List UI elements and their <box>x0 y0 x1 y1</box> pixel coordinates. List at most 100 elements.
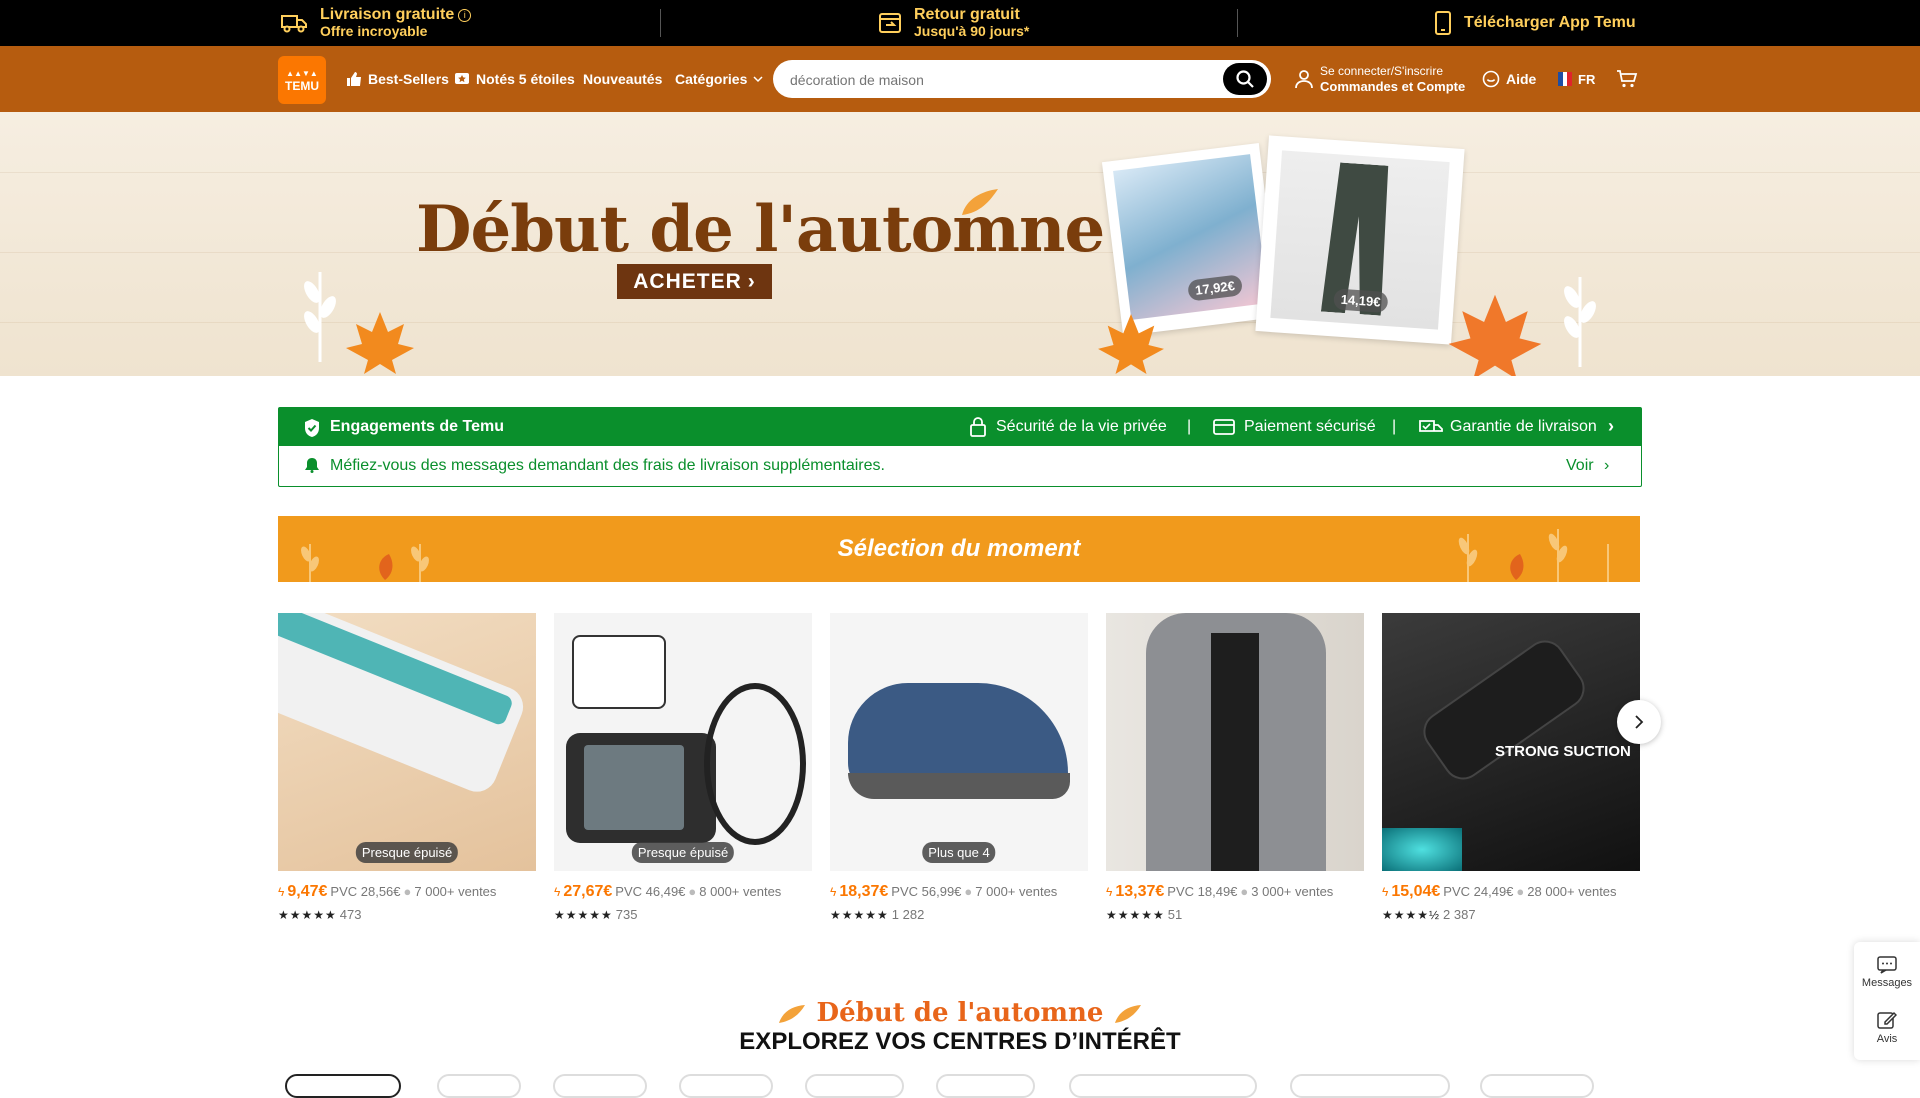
reviews-button[interactable]: Avis <box>1854 1010 1920 1045</box>
interest-pill[interactable] <box>805 1074 904 1098</box>
interest-pill[interactable] <box>1290 1074 1450 1098</box>
nav-categories[interactable]: Catégories <box>675 46 763 112</box>
interest-pill[interactable] <box>1069 1074 1257 1098</box>
commitments-header: Engagements de Temu Sécurité de la vie p… <box>279 408 1641 446</box>
return-title: Retour gratuit <box>914 6 1020 23</box>
product-sales: 7 000+ ventes <box>414 884 497 899</box>
leaf-icon <box>779 1005 806 1023</box>
info-dot-icon: ● <box>403 884 412 899</box>
free-return-promo[interactable]: Retour gratuit Jusqu'à 90 jours* <box>878 4 1029 42</box>
chevron-right-icon: › <box>747 269 756 293</box>
price-row: ϟ 18,37€ PVC 56,99€ ● 7 000+ ventes <box>830 883 1088 901</box>
reviews-label: Avis <box>1876 1033 1898 1045</box>
shoe-sole <box>848 773 1070 799</box>
nav-five-stars[interactable]: Notés 5 étoiles <box>454 46 575 112</box>
language-selector[interactable]: FR <box>1558 46 1595 112</box>
review-count: 2 387 <box>1443 907 1476 922</box>
interest-pill[interactable] <box>437 1074 521 1098</box>
search-input[interactable] <box>788 60 1212 100</box>
product-sales: 28 000+ ventes <box>1527 884 1617 899</box>
star-rating-icon: ★★★★★ <box>830 907 889 922</box>
search-button[interactable] <box>1223 63 1267 95</box>
france-flag-icon <box>1558 72 1572 86</box>
star-rating-icon: ★★★★★ <box>1106 907 1165 922</box>
product-rrp: PVC 46,49€ <box>615 884 686 899</box>
bell-icon <box>305 458 319 473</box>
search-bar <box>773 60 1271 100</box>
review-count: 1 282 <box>891 907 925 922</box>
nav-bestsellers[interactable]: Best-Sellers <box>346 46 449 112</box>
info-icon[interactable]: i <box>458 8 472 22</box>
price-row: ϟ 15,04€ PVC 24,49€ ● 28 000+ ventes <box>1382 883 1640 901</box>
product-image-wrap-vacuum[interactable]: STRONG SUCTION <box>1382 613 1640 871</box>
interest-pill[interactable] <box>285 1074 401 1098</box>
product-image-wrap-cardigan[interactable] <box>1106 613 1364 871</box>
shipping-title: Livraison gratuite <box>320 6 455 23</box>
maple-leaf-icon <box>346 312 414 374</box>
star-badge-icon <box>455 73 469 84</box>
info-dot-icon: ● <box>1516 884 1525 899</box>
carousel-next-button[interactable] <box>1617 700 1661 744</box>
rating-row: ★★★★★ 735 <box>554 907 812 922</box>
account-signin-label: Se connecter/S'inscrire <box>1320 64 1444 78</box>
info-dot-icon: ● <box>964 884 973 899</box>
shop-now-button[interactable]: ACHETER › <box>617 264 772 299</box>
nav-five-stars-label: Notés 5 étoiles <box>476 71 575 87</box>
free-shipping-promo[interactable]: Livraison gratuite Offre incroyable i <box>280 4 472 42</box>
divider <box>660 9 661 37</box>
payment-label: Paiement sécurisé <box>1244 418 1376 435</box>
chevron-down-icon <box>753 76 763 83</box>
account-menu[interactable]: Se connecter/S'inscrire Commandes et Com… <box>1294 46 1465 112</box>
product-image-wrap-dispenser[interactable]: Presque épuisé <box>278 613 536 871</box>
main-header: ▲▲▼▲ TEMU Best-Sellers Notés 5 étoiles N… <box>0 46 1920 112</box>
product-photo-pants[interactable]: 14,19€ <box>1255 135 1465 345</box>
logo-text: TEMU <box>285 79 319 93</box>
wheat-sprig-icon <box>1564 277 1596 367</box>
star-rating-icon: ★★★★★ <box>554 907 613 922</box>
autumn-banner[interactable]: Début de l'automne ACHETER › 17,92€ 14,1… <box>0 112 1920 376</box>
product-card[interactable]: STRONG SUCTION ϟ 15,04€ PVC 24,49€ ● 28 … <box>1382 613 1640 922</box>
nav-bestsellers-label: Best-Sellers <box>368 71 449 87</box>
cardigan-inner-top <box>1211 633 1259 871</box>
interest-pill[interactable] <box>553 1074 647 1098</box>
wood-line <box>0 322 1920 323</box>
leaf-icon <box>962 189 998 215</box>
wheat-sprig-icon <box>304 272 336 362</box>
accessory-inset <box>572 635 666 709</box>
banner-title: Début de l'automne <box>416 192 1105 267</box>
interest-pill[interactable] <box>936 1074 1035 1098</box>
product-rrp: PVC 24,49€ <box>1443 884 1514 899</box>
download-app-promo[interactable]: Télécharger App Temu <box>1434 4 1636 42</box>
chat-icon <box>1877 956 1897 974</box>
maple-leaf-icon <box>1448 294 1542 376</box>
cart-button[interactable] <box>1616 46 1638 112</box>
lightning-icon: ϟ <box>1106 885 1113 899</box>
lightning-icon: ϟ <box>278 885 285 899</box>
product-price: 15,04€ <box>1391 883 1441 900</box>
messages-button[interactable]: Messages <box>1854 956 1920 989</box>
temu-commitments[interactable]: Engagements de Temu Sécurité de la vie p… <box>278 407 1642 487</box>
product-image-wrap-endoscope[interactable]: Presque épuisé <box>554 613 812 871</box>
see-link[interactable]: Voir › <box>1566 457 1609 475</box>
help-link[interactable]: Aide <box>1482 46 1536 112</box>
product-price: 27,67€ <box>563 883 613 900</box>
user-icon <box>1295 70 1313 89</box>
interest-pill[interactable] <box>679 1074 773 1098</box>
product-card[interactable]: ϟ 13,37€ PVC 18,49€ ● 3 000+ ventes ★★★★… <box>1106 613 1364 922</box>
temu-logo[interactable]: ▲▲▼▲ TEMU <box>278 56 326 104</box>
interest-pill[interactable] <box>1480 1074 1594 1098</box>
product-photo-bra[interactable]: 17,92€ <box>1101 143 1281 336</box>
maple-leaf-icon <box>1098 313 1164 375</box>
product-card[interactable]: Plus que 4 ϟ 18,37€ PVC 56,99€ ● 7 000+ … <box>830 613 1088 922</box>
nav-new[interactable]: Nouveautés <box>583 46 662 112</box>
product-card[interactable]: Presque épuisé ϟ 9,47€ PVC 28,56€ ● 7 00… <box>278 613 536 922</box>
product-image-wrap-shoe[interactable]: Plus que 4 <box>830 613 1088 871</box>
floating-side-panel: Messages Avis <box>1854 942 1920 1060</box>
chevron-right-icon[interactable]: › <box>1608 416 1614 437</box>
promo-bar: Livraison gratuite Offre incroyable i Re… <box>0 0 1920 46</box>
product-sales: 8 000+ ventes <box>699 884 782 899</box>
product-rrp: PVC 18,49€ <box>1167 884 1238 899</box>
lightning-icon: ϟ <box>1382 885 1389 899</box>
product-card[interactable]: Presque épuisé ϟ 27,67€ PVC 46,49€ ● 8 0… <box>554 613 812 922</box>
rating-row: ★★★★★ 1 282 <box>830 907 1088 922</box>
